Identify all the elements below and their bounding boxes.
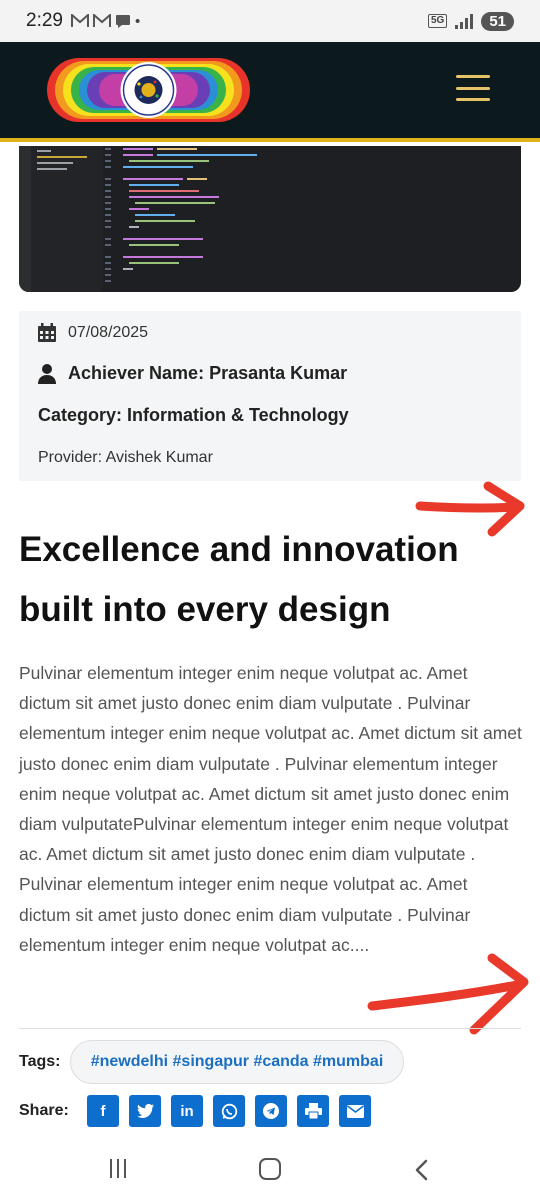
print-share-button[interactable] [297, 1095, 329, 1127]
article-body: Pulvinar elementum integer enim neque vo… [19, 663, 522, 955]
status-bar: 2:29 • 5G 51 [0, 0, 540, 42]
featured-image [19, 146, 521, 292]
network-type: 5G [427, 14, 448, 28]
telegram-icon [263, 1103, 279, 1119]
facebook-icon: f [100, 1102, 106, 1120]
site-logo[interactable] [47, 58, 250, 122]
linkedin-share-button[interactable]: in [171, 1095, 203, 1127]
category: Category: Information & Technology [38, 405, 349, 425]
more-notifications-dot: • [134, 12, 141, 30]
user-icon [38, 363, 56, 384]
home-icon[interactable] [259, 1158, 281, 1180]
article-title-line2: built into every design [19, 590, 391, 629]
twitter-share-button[interactable] [129, 1095, 161, 1127]
recent-apps-icon[interactable] [110, 1159, 126, 1178]
post-date-text: 07/08/2025 [68, 323, 149, 341]
chat-icon [115, 14, 130, 28]
twitter-icon [136, 1104, 154, 1118]
tags-label: Tags: [19, 1053, 61, 1070]
email-icon [346, 1104, 364, 1118]
share-label: Share: [19, 1102, 69, 1119]
gmail-icon [70, 14, 89, 27]
post-date: 07/08/2025 [38, 323, 148, 342]
notification-icons: • [70, 12, 141, 30]
post-meta-box: 07/08/2025 Achiever Name: Prasanta Kumar… [19, 311, 521, 481]
editor-file-tree [31, 146, 103, 292]
system-nav-bar [0, 1140, 540, 1200]
telegram-share-button[interactable] [255, 1095, 287, 1127]
facebook-share-button[interactable]: f [87, 1095, 119, 1127]
status-time: 2:29 [26, 10, 63, 31]
section-divider [19, 1028, 521, 1029]
email-share-button[interactable] [339, 1095, 371, 1127]
status-right: 5G 51 [427, 11, 514, 31]
linkedin-icon: in [180, 1102, 194, 1120]
signal-icon [455, 13, 474, 29]
editor-code [105, 148, 257, 282]
share-buttons: f in [87, 1095, 371, 1127]
site-header [0, 42, 540, 142]
whatsapp-share-button[interactable] [213, 1095, 245, 1127]
provider: Provider: Avishek Kumar [38, 449, 213, 466]
back-icon[interactable] [414, 1159, 428, 1181]
editor-activity-bar [19, 146, 31, 292]
gmail-icon [92, 14, 111, 27]
achiever-name-text: Achiever Name: Prasanta Kumar [68, 363, 348, 383]
article-title-line1: Excellence and innovation [19, 530, 459, 569]
annotation-arrow [367, 953, 529, 1035]
battery-icon: 51 [481, 11, 514, 31]
whatsapp-icon [221, 1103, 237, 1119]
calendar-icon [38, 323, 56, 342]
achiever-name: Achiever Name: Prasanta Kumar [38, 363, 347, 384]
print-icon [304, 1103, 322, 1119]
menu-hamburger-icon[interactable] [456, 75, 490, 101]
article-title: Excellence and innovation built into eve… [19, 520, 519, 640]
tags-link[interactable]: #newdelhi #singapur #canda #mumbai [70, 1040, 404, 1084]
